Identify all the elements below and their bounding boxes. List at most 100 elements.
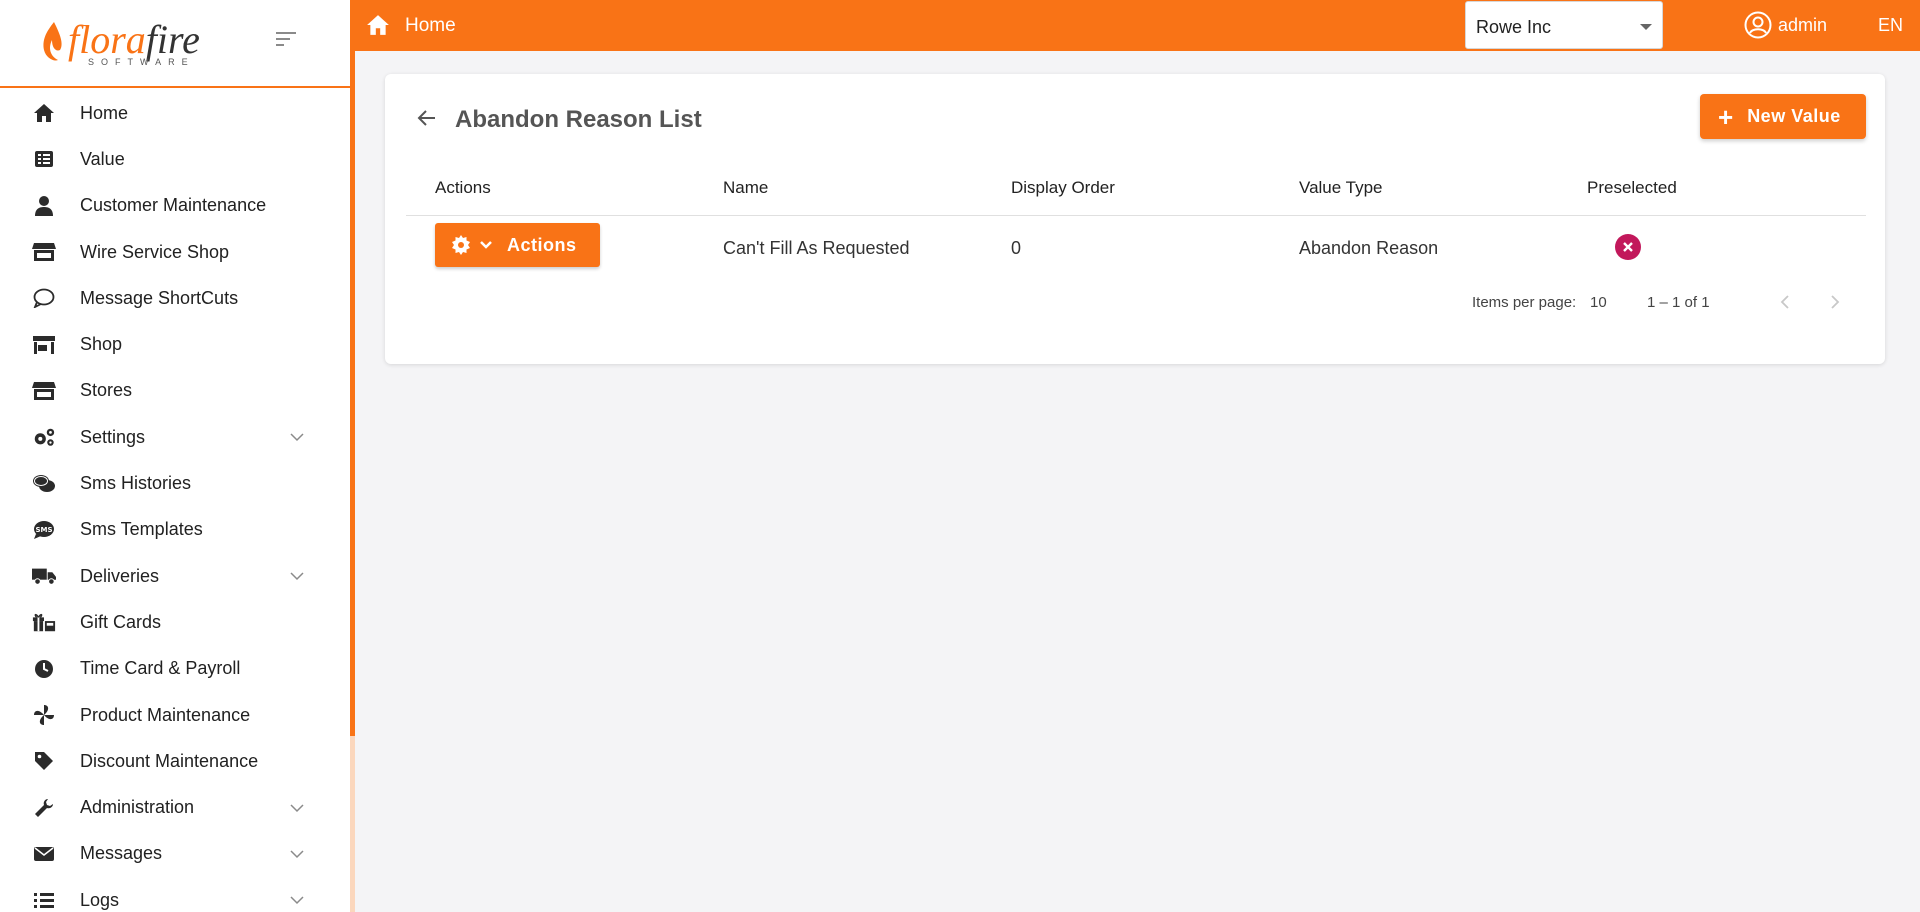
company-select-value: Rowe Inc (1476, 17, 1552, 37)
sidebar-item-sms-templates[interactable]: SMS Sms Templates (0, 507, 350, 553)
clock-icon (32, 657, 56, 681)
store-icon (32, 379, 56, 403)
sidebar-scrollbar-track[interactable] (350, 736, 355, 912)
sidebar-item-label: Message ShortCuts (80, 287, 239, 308)
sidebar-item-home[interactable]: Home (0, 90, 350, 136)
sidebar-scrollbar-thumb[interactable] (350, 0, 355, 736)
sidebar-item-label: Messages (80, 843, 163, 864)
sidebar-item-messages[interactable]: Messages (0, 831, 350, 877)
sidebar-item-label: Logs (80, 889, 120, 910)
user-name: admin (1778, 14, 1828, 35)
account-circle-icon (1744, 11, 1772, 39)
sidebar-item-administration[interactable]: Administration (0, 784, 350, 830)
sidebar-item-logs[interactable]: Logs (0, 877, 350, 912)
sidebar-item-label: Wire Service Shop (80, 241, 230, 262)
cell-display-order: 0 (1011, 238, 1022, 258)
plus-icon: + (1718, 101, 1734, 132)
sidebar-item-label: Deliveries (80, 565, 160, 586)
shop-icon (32, 333, 56, 357)
sidebar: florafire SOFTWARE Home Value Customer M… (0, 0, 352, 912)
preselected-false-icon (1615, 234, 1641, 260)
next-page-icon[interactable] (1823, 290, 1847, 314)
wrench-icon (32, 796, 56, 820)
pinwheel-icon (32, 703, 56, 727)
sidebar-item-stores[interactable]: Stores (0, 368, 350, 414)
company-select[interactable]: Rowe Inc (1465, 1, 1663, 49)
new-value-label: New Value (1747, 106, 1841, 126)
sidebar-item-label: Shop (80, 334, 123, 355)
sidebar-item-label: Discount Maintenance (80, 750, 259, 771)
chevron-down-icon (290, 896, 304, 905)
sidebar-item-product-maintenance[interactable]: Product Maintenance (0, 692, 350, 738)
top-bar: Home Rowe Inc admin EN (354, 0, 1920, 51)
sidebar-item-customer-maintenance[interactable]: Customer Maintenance (0, 183, 350, 229)
sidebar-item-label: Stores (80, 380, 133, 401)
column-header-name: Name (723, 178, 769, 197)
row-actions-label: Actions (507, 234, 577, 255)
sidebar-item-wire-service-shop[interactable]: Wire Service Shop (0, 229, 350, 275)
svg-text:SMS: SMS (35, 526, 52, 534)
sidebar-item-label: Time Card & Payroll (80, 658, 241, 679)
home-icon[interactable] (366, 14, 390, 36)
menu-toggle-icon[interactable] (276, 32, 298, 48)
breadcrumb-home[interactable]: Home (405, 15, 456, 37)
page-range: 1 – 1 of 1 (1647, 294, 1710, 311)
page-title: Abandon Reason List (455, 106, 702, 133)
table-row: Actions Can't Fill As Requested 0 Abando… (406, 216, 1866, 280)
sidebar-item-discount-maintenance[interactable]: Discount Maintenance (0, 738, 350, 784)
sidebar-item-label: Sms Histories (80, 473, 192, 494)
page-size-select[interactable]: 10 (1590, 294, 1607, 311)
column-header-display-order: Display Order (1011, 178, 1115, 197)
home-icon (32, 101, 56, 125)
truck-icon (32, 564, 56, 588)
sidebar-item-label: Customer Maintenance (80, 195, 267, 216)
language-selector[interactable]: EN (1878, 15, 1903, 36)
chevron-down-icon (290, 804, 304, 812)
values-table: Actions Name Display Order Value Type Pr… (406, 158, 1866, 280)
chevron-down-icon (290, 433, 304, 442)
logo-subtitle: SOFTWARE (88, 57, 195, 67)
user-menu[interactable]: admin (1744, 11, 1827, 39)
cogs-icon (32, 425, 56, 449)
previous-page-icon[interactable] (1773, 290, 1797, 314)
sidebar-item-settings[interactable]: Settings (0, 414, 350, 460)
column-header-preselected: Preselected (1587, 178, 1677, 197)
store-icon (32, 240, 56, 264)
items-per-page-label: Items per page: (1472, 294, 1577, 311)
sidebar-item-label: Product Maintenance (80, 704, 251, 725)
sms-icon: SMS (32, 518, 56, 542)
logo-wordmark: florafire (68, 17, 200, 62)
abandon-reason-card: Abandon Reason List + New Value Actions … (385, 74, 1885, 364)
chevron-down-icon (290, 572, 304, 581)
sidebar-item-message-shortcuts[interactable]: Message ShortCuts (0, 275, 350, 321)
column-header-actions: Actions (435, 178, 491, 197)
chat-bubble-icon (32, 286, 56, 310)
gear-icon (452, 235, 470, 255)
chevron-down-icon (480, 241, 492, 249)
envelope-icon (32, 842, 56, 866)
row-actions-button[interactable]: Actions (435, 223, 600, 267)
sidebar-item-gift-cards[interactable]: Gift Cards (0, 599, 350, 645)
back-arrow-icon[interactable] (415, 106, 439, 130)
cell-name: Can't Fill As Requested (723, 238, 910, 258)
chevron-down-icon (290, 850, 304, 858)
user-icon (32, 194, 56, 218)
sidebar-item-label: Administration (80, 797, 195, 818)
new-value-button[interactable]: + New Value (1700, 94, 1866, 139)
gift-icon (32, 610, 56, 634)
cell-value-type: Abandon Reason (1299, 238, 1439, 258)
florafire-logo[interactable]: florafire SOFTWARE (40, 16, 200, 72)
tag-icon (32, 749, 56, 773)
paginator: Items per page: 10 1 – 1 of 1 (385, 288, 1885, 318)
sidebar-nav: Home Value Customer Maintenance Wire Ser… (0, 90, 350, 912)
brand-header: florafire SOFTWARE (0, 0, 351, 88)
sidebar-item-time-card-payroll[interactable]: Time Card & Payroll (0, 646, 350, 692)
flame-logo-icon (43, 22, 62, 61)
sidebar-item-value[interactable]: Value (0, 136, 350, 182)
sidebar-item-label: Gift Cards (80, 611, 162, 632)
sidebar-item-sms-histories[interactable]: Sms Histories (0, 460, 350, 506)
sidebar-item-deliveries[interactable]: Deliveries (0, 553, 350, 599)
sidebar-item-shop[interactable]: Shop (0, 321, 350, 367)
sidebar-item-label: Home (80, 102, 129, 123)
table-header: Actions Name Display Order Value Type Pr… (406, 158, 1866, 216)
